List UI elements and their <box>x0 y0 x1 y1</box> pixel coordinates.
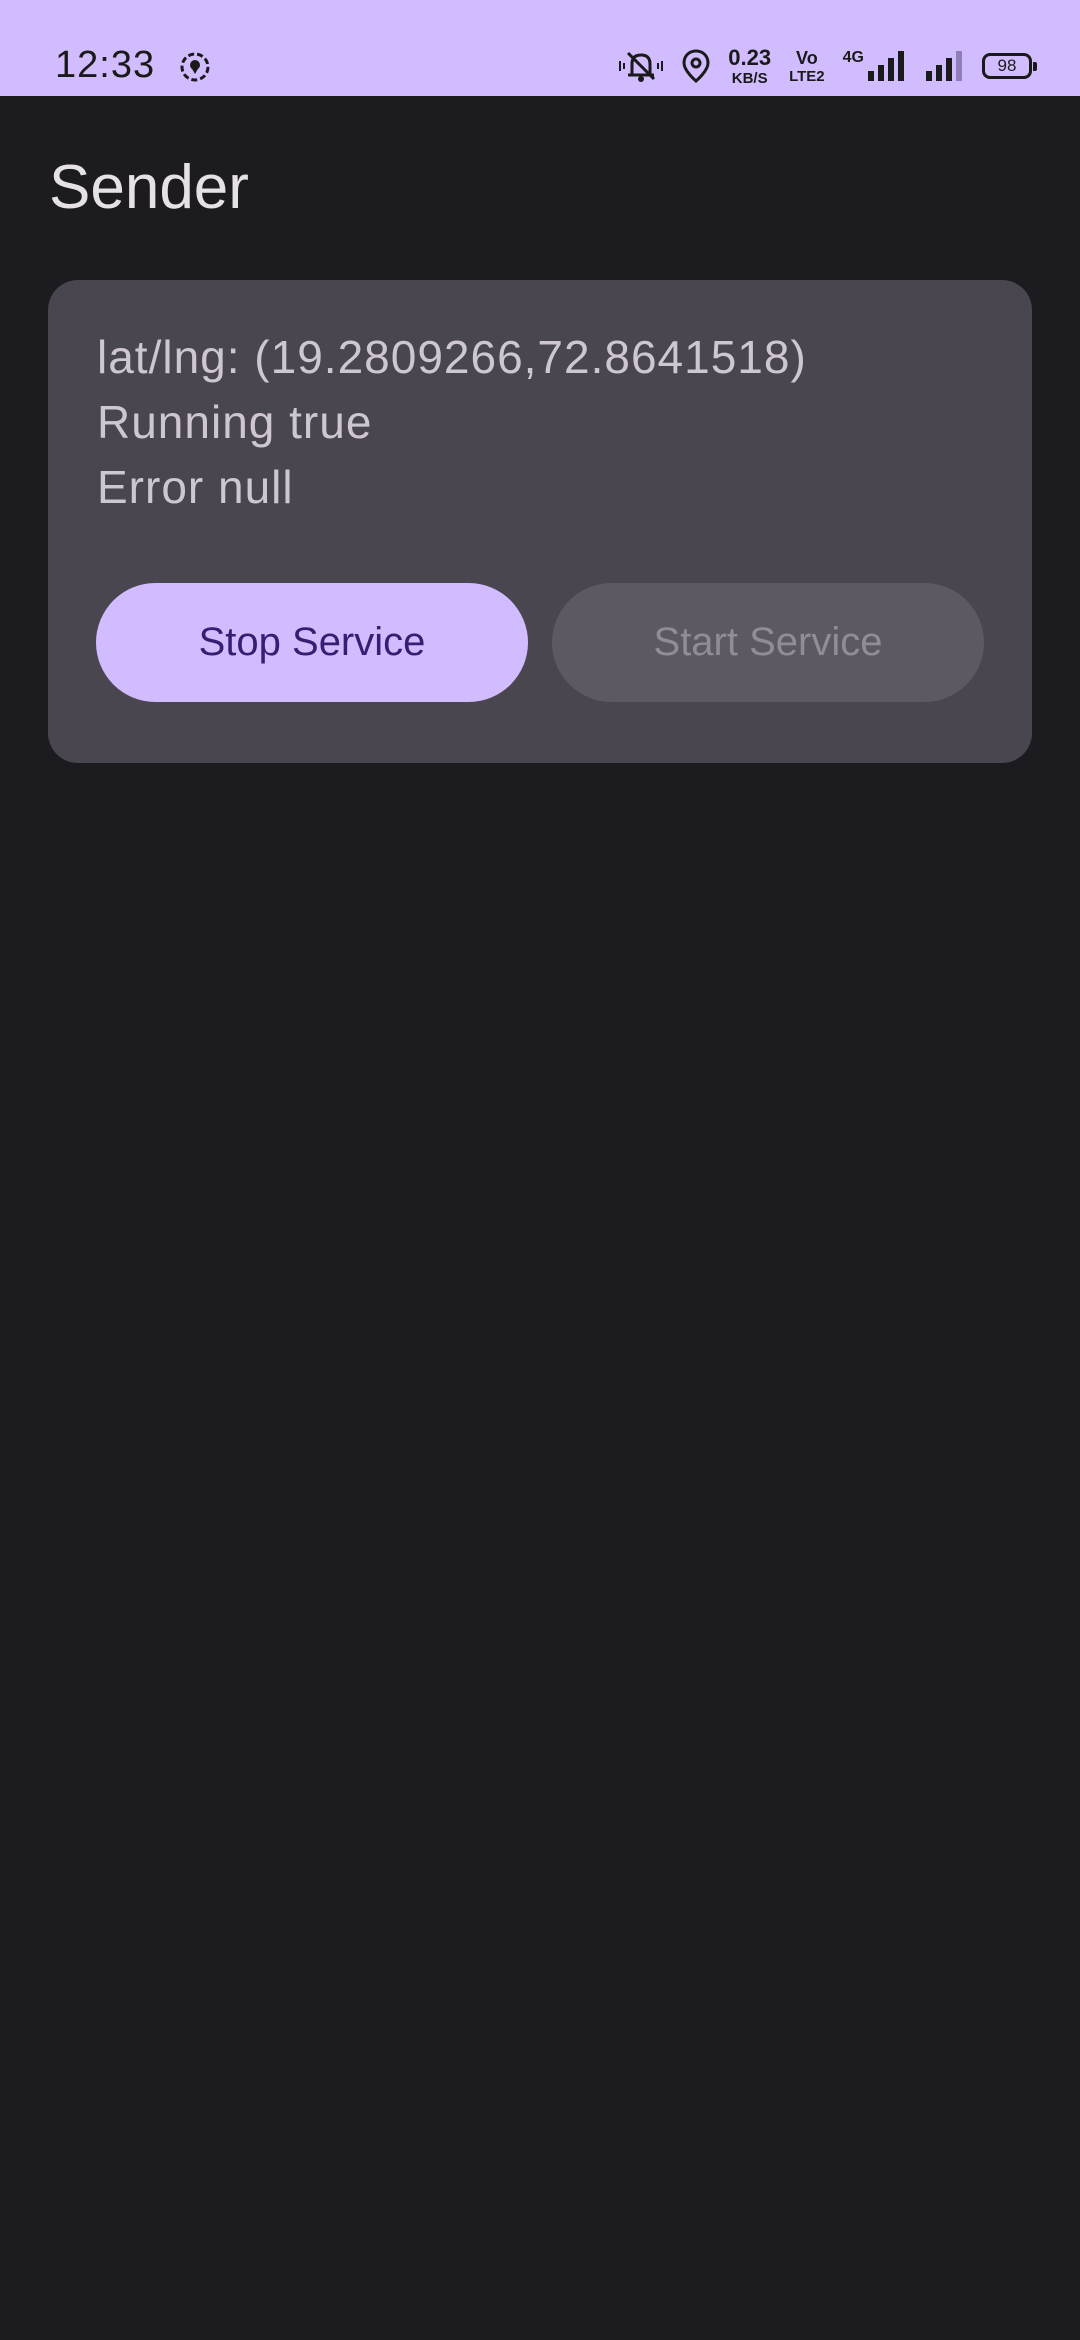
battery-icon: 98 <box>982 53 1037 79</box>
volte-top: Vo <box>796 47 818 68</box>
location-circle-icon <box>180 52 210 82</box>
mute-bell-icon <box>619 51 664 82</box>
signal-group-1: 4G <box>843 49 906 83</box>
stop-service-button[interactable]: Stop Service <box>96 583 528 702</box>
status-time: 12:33 <box>55 44 156 86</box>
start-service-button[interactable]: Start Service <box>552 583 984 702</box>
battery-level: 98 <box>997 56 1017 75</box>
page-title: Sender <box>49 153 249 222</box>
latlng-text: lat/lng: (19.2809266,72.8641518) <box>97 331 807 383</box>
volte-bottom: LTE2 <box>789 67 825 85</box>
status-bar: 12:33 0.23 KB/S Vo LTE2 4G 98 <box>0 0 1080 96</box>
net-speed-value: 0.23 <box>728 44 772 70</box>
status-icons: 0.23 KB/S Vo LTE2 4G 98 <box>618 44 1037 88</box>
running-text: Running true <box>97 396 373 448</box>
net-speed: 0.23 KB/S <box>728 44 772 87</box>
location-pin-icon <box>682 49 710 83</box>
status-card: lat/lng: (19.2809266,72.8641518) Running… <box>48 280 1032 763</box>
net-speed-unit: KB/S <box>731 69 768 87</box>
signal-icon <box>868 51 904 81</box>
network-type: 4G <box>842 49 864 66</box>
signal-icon-2 <box>926 51 962 81</box>
error-text: Error null <box>97 461 294 513</box>
volte-badge: Vo LTE2 <box>789 49 825 84</box>
